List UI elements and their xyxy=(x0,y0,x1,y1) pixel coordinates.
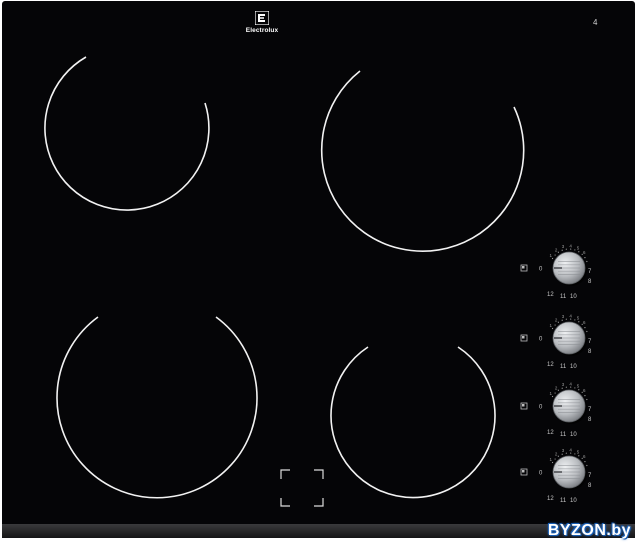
knob-scale-label: 11 xyxy=(560,432,567,438)
scale-dot xyxy=(586,330,588,333)
knob-scale-label: 11 xyxy=(560,498,567,504)
scale-dot xyxy=(565,318,567,320)
brand: Electrolux xyxy=(232,11,292,34)
scale-dot xyxy=(586,260,588,263)
scale-dot xyxy=(551,395,554,398)
scale-dot xyxy=(570,248,572,250)
scale-dot xyxy=(570,452,572,454)
scale-dot xyxy=(554,458,556,460)
scale-dot xyxy=(554,324,556,326)
watermark: BYZON.by xyxy=(547,522,631,539)
rating-mark: 4 xyxy=(593,18,598,27)
brand-name: Electrolux xyxy=(245,27,279,34)
scale-dot xyxy=(561,249,563,251)
knob-scale-label: 11 xyxy=(560,364,567,370)
electrolux-logo-icon xyxy=(255,11,269,25)
scale-dot xyxy=(578,455,580,457)
knob-scale-label: 12 xyxy=(547,430,554,436)
scale-dot xyxy=(551,461,554,464)
scale-dot xyxy=(586,398,588,401)
glass-panel xyxy=(2,1,635,529)
scale-dot xyxy=(574,249,576,251)
knob-scale-label: 10 xyxy=(570,294,577,300)
front-frame xyxy=(2,524,635,538)
scale-dot xyxy=(565,248,567,250)
knob-scale-label: 12 xyxy=(547,362,554,368)
scale-dot xyxy=(586,464,588,467)
scale-dot xyxy=(554,392,556,394)
knob-scale-label: 12 xyxy=(547,496,554,502)
scale-dot xyxy=(557,251,559,253)
knob-scale-label: 11 xyxy=(560,294,567,300)
scale-dot xyxy=(574,319,576,321)
scale-dot xyxy=(570,318,572,320)
scale-dot xyxy=(565,452,567,454)
scale-dot xyxy=(570,386,572,388)
scale-dot xyxy=(574,387,576,389)
scale-dot xyxy=(561,319,563,321)
scale-dot xyxy=(561,387,563,389)
scale-dot xyxy=(584,327,586,329)
scale-dot xyxy=(584,461,586,463)
scale-dot xyxy=(561,453,563,455)
ceramic-hob: 4 0 1 2 3 4 5 6 7 8 12 11 10 0 1 2 3 4 5 6 7 8 12 11 10 0 1 2 3 4 5 6 7… xyxy=(0,0,637,550)
hob-surface: 4 0123 4 567812 11 100123 4 567812 11 100123 4 567… xyxy=(2,1,635,538)
knob-scale-label: 10 xyxy=(570,432,577,438)
knob-scale-label: 12 xyxy=(547,292,554,298)
scale-dot xyxy=(578,251,580,253)
scale-dot xyxy=(557,389,559,391)
scale-dot xyxy=(551,327,554,330)
scale-dot xyxy=(584,257,586,259)
scale-dot xyxy=(578,321,580,323)
scale-dot xyxy=(554,254,556,256)
scale-dot xyxy=(557,321,559,323)
scale-dot xyxy=(574,453,576,455)
scale-dot xyxy=(557,455,559,457)
knob-scale-label: 10 xyxy=(570,364,577,370)
scale-dot xyxy=(584,395,586,397)
scale-dot xyxy=(551,257,554,260)
scale-dot xyxy=(565,386,567,388)
knob-scale-label: 10 xyxy=(570,498,577,504)
scale-dot xyxy=(578,389,580,391)
